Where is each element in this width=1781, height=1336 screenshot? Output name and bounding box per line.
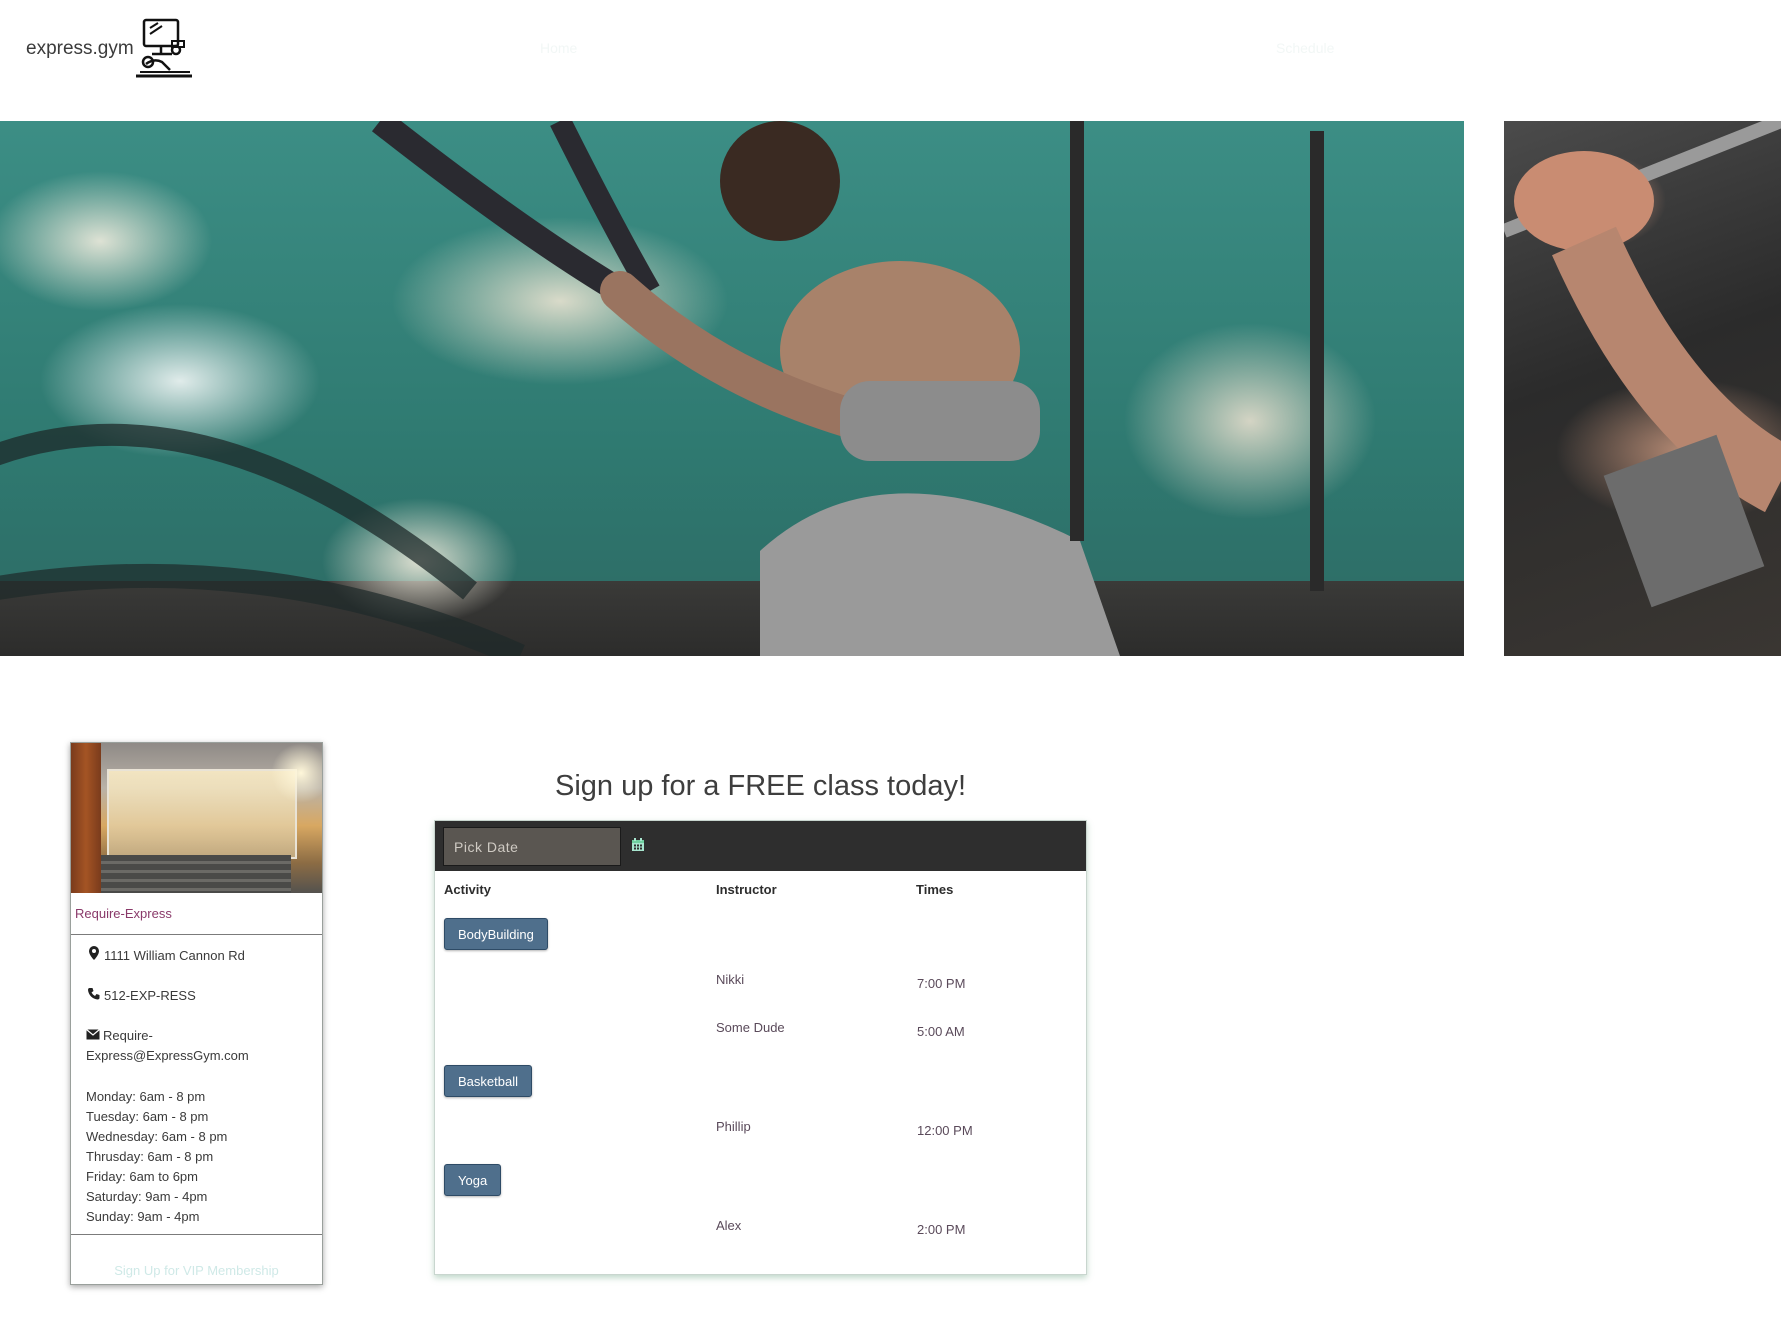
hero-illustration <box>0 121 1324 656</box>
location-name: Require-Express <box>75 906 172 921</box>
email-text-2[interactable]: Express@ExpressGym.com <box>86 1048 249 1063</box>
class-schedule-panel: Activity Instructor Times BodyBuilding N… <box>434 820 1087 1275</box>
instructor-cell: Nikki <box>716 972 745 987</box>
sun-glare <box>271 743 322 803</box>
address-line: 1111 William Cannon Rd <box>87 946 245 966</box>
activity-button-basketball[interactable]: Basketball <box>444 1065 532 1097</box>
hours-friday: Friday: 6am to 6pm <box>86 1169 198 1184</box>
pick-date-input[interactable] <box>443 827 621 866</box>
nav-link-home[interactable]: Home <box>540 40 577 56</box>
hours-wednesday: Wednesday: 6am - 8 pm <box>86 1129 228 1144</box>
hero-battle-rope-image <box>0 121 1464 656</box>
vip-membership-link[interactable]: Sign Up for VIP Membership <box>71 1263 322 1278</box>
map-pin-icon <box>89 946 99 960</box>
envelope-icon <box>86 1029 100 1040</box>
time-cell[interactable]: 7:00 PM <box>917 976 965 991</box>
column-header-activity: Activity <box>444 882 491 897</box>
hours-saturday: Saturday: 9am - 4pm <box>86 1189 208 1204</box>
email-text-1: Require- <box>103 1028 153 1043</box>
time-cell[interactable]: 5:00 AM <box>917 1024 965 1039</box>
phone-text: 512-EXP-RESS <box>104 988 196 1003</box>
gym-computer-logo-icon[interactable] <box>132 18 196 82</box>
activity-button-bodybuilding[interactable]: BodyBuilding <box>444 918 548 950</box>
nav-link-schedule[interactable]: Schedule <box>1276 40 1334 56</box>
time-cell[interactable]: 12:00 PM <box>917 1123 973 1138</box>
hours-sunday: Sunday: 9am - 4pm <box>86 1209 200 1224</box>
email-line: Require- Express@ExpressGym.com <box>86 1026 249 1066</box>
column-header-instructor: Instructor <box>716 882 777 897</box>
opening-hours: Monday: 6am - 8 pm Tuesday: 6am - 8 pm W… <box>86 1087 227 1227</box>
date-picker-bar <box>435 821 1086 871</box>
phone-icon <box>88 988 100 1000</box>
divider <box>71 934 322 935</box>
hero-barbell-grip-image <box>1504 121 1781 656</box>
time-cell[interactable]: 2:00 PM <box>917 1222 965 1237</box>
gym-building-image <box>71 743 322 893</box>
calendar-icon[interactable] <box>631 838 645 852</box>
divider <box>71 1234 322 1235</box>
instructor-cell: Alex <box>716 1218 742 1233</box>
wood-panel <box>71 743 101 893</box>
schedule-heading: Sign up for a FREE class today! <box>554 770 967 802</box>
stairs <box>101 855 291 893</box>
brand-name[interactable]: express.gym <box>26 38 134 60</box>
location-card: Require-Express 1111 William Cannon Rd 5… <box>70 742 323 1285</box>
glass-wall <box>107 769 297 859</box>
activity-button-yoga[interactable]: Yoga <box>444 1164 502 1196</box>
hours-tuesday: Tuesday: 6am - 8 pm <box>86 1109 209 1124</box>
hours-thursday: Thrusday: 6am - 8 pm <box>86 1149 214 1164</box>
phone-line: 512-EXP-RESS <box>87 986 196 1006</box>
column-header-times: Times <box>916 882 954 897</box>
instructor-cell: Some Dude <box>716 1020 785 1035</box>
hours-monday: Monday: 6am - 8 pm <box>86 1089 206 1104</box>
hero-side-illustration <box>1504 121 1781 608</box>
address-text: 1111 William Cannon Rd <box>104 948 245 963</box>
instructor-cell: Phillip <box>716 1119 751 1134</box>
site-header: express.gym Home Schedule <box>0 0 1781 120</box>
